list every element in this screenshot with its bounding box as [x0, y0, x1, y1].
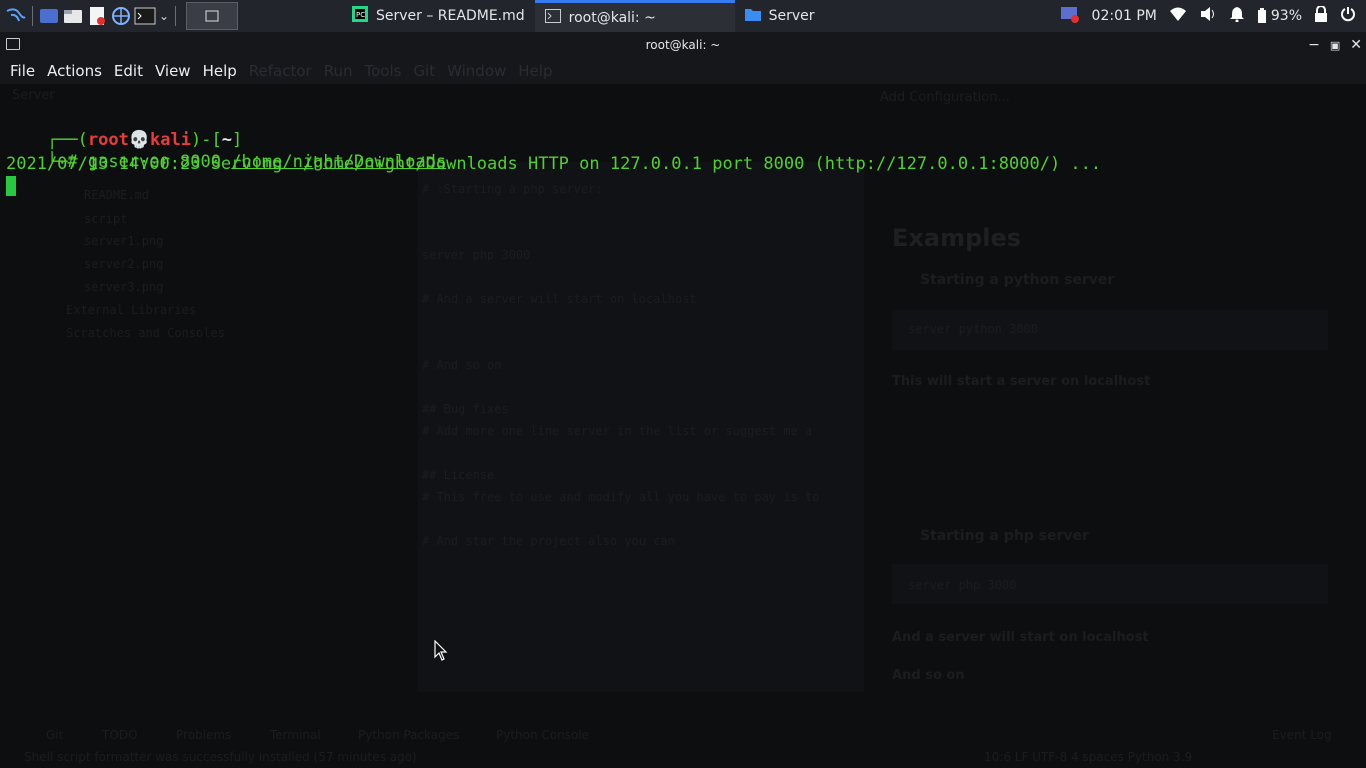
kali-menu-icon[interactable] [4, 4, 28, 28]
ghost-file: server3.png [84, 280, 164, 294]
chevron-down-icon[interactable]: ⌄ [157, 4, 171, 28]
folder-icon [744, 7, 761, 25]
ghost-menu-window: Window [447, 62, 507, 80]
menu-bar: File Actions Edit View Help Refactor Run… [0, 58, 1366, 84]
ghost-preview-item: Starting a php server [920, 528, 1089, 544]
clock[interactable]: 02:01 PM [1092, 8, 1157, 24]
ghost-preview-text: And a server will start on localhost [892, 630, 1149, 645]
terminal-icon [544, 8, 561, 27]
ghost-preview-heading: Examples [892, 224, 1022, 252]
top-panel: ⌄ PC Server – README.md root@kali: ~ Ser… [0, 0, 1366, 32]
mouse-pointer-icon [434, 640, 448, 661]
ghost-code-line: # And star the project also you can [422, 534, 675, 548]
ghost-code-line: # Add more one line server in the list o… [422, 424, 813, 438]
ghost-menu-refactor: Refactor [248, 62, 312, 80]
battery-percent: 93% [1270, 8, 1302, 24]
ghost-bottom-tab: Problems [176, 728, 232, 742]
task-pycharm[interactable]: PC Server – README.md [342, 0, 535, 32]
ghost-file: Scratches and Consoles [66, 326, 225, 340]
ghost-status-right: 10:6 LF UTF-8 4 spaces Python 3.9 [984, 750, 1193, 764]
ghost-bottom-tab: Terminal [270, 728, 321, 742]
window-titlebar[interactable]: root@kali: ~ − ▣ ✕ [0, 32, 1366, 58]
ghost-preview-code-text: server python 3000 [908, 322, 1039, 336]
text-cursor [6, 176, 16, 196]
menu-actions[interactable]: Actions [41, 62, 108, 80]
show-desktop-icon[interactable] [37, 4, 61, 28]
ghost-file: server2.png [84, 257, 164, 271]
task-label: root@kali: ~ [568, 9, 656, 26]
ghost-menu-run: Run [323, 62, 353, 80]
ghost-code-line: # And a server will start on localhost [422, 292, 697, 306]
menu-help[interactable]: Help [197, 62, 243, 80]
ghost-code-line: ## License [422, 468, 495, 482]
ghost-bottom-tab: Python Console [496, 728, 590, 742]
pycharm-icon: PC [352, 6, 368, 26]
ghost-preview-text: And so on [892, 668, 965, 683]
file-manager-icon[interactable] [61, 4, 85, 28]
minimize-icon[interactable]: − [1308, 37, 1320, 53]
task-terminal[interactable]: root@kali: ~ [534, 0, 735, 32]
maximize-icon[interactable]: ▣ [1330, 39, 1340, 52]
ghost-preview-code-text: server php 3000 [908, 578, 1017, 592]
battery-icon[interactable]: 93% [1257, 8, 1302, 24]
task-label: Server [768, 8, 815, 24]
ghost-code-line: ## Bug fixes [422, 402, 509, 416]
power-icon[interactable] [1340, 6, 1356, 26]
ghost-code-line: server php 3000 [422, 248, 531, 262]
workspace-1[interactable] [186, 2, 238, 30]
ghost-code-line: # And so on [422, 358, 502, 372]
wifi-icon[interactable] [1169, 6, 1187, 26]
ghost-file: External Libraries [66, 303, 197, 317]
menu-view[interactable]: View [149, 62, 197, 80]
terminal-launcher-icon[interactable] [133, 4, 157, 28]
menu-edit[interactable]: Edit [108, 62, 149, 80]
svg-text:PC: PC [356, 11, 365, 19]
ghost-file: server1.png [84, 234, 164, 248]
terminal-window-icon [6, 38, 20, 50]
ghost-preview-item: Starting a python server [920, 272, 1115, 288]
terminal-area[interactable]: Server Add Configuration... README.md sc… [0, 84, 1366, 768]
lock-icon[interactable] [1314, 5, 1328, 26]
server-output: 2021/07/13 14:00:23 Serving /home/night/… [6, 154, 1102, 174]
menu-file[interactable]: File [4, 62, 41, 80]
close-icon[interactable]: ✕ [1350, 37, 1362, 53]
ghost-menu-help: Help [518, 62, 553, 80]
notification-bell-icon[interactable] [1229, 6, 1245, 26]
ghost-code-line: # :Starting a php server: [422, 182, 603, 196]
ghost-bottom-tab: TODO [102, 728, 138, 742]
ghost-preview-text: This will start a server on localhost [892, 374, 1151, 389]
ghost-bottom-tab: Git [46, 728, 64, 742]
ghost-bottom-tab: Python Packages [358, 728, 460, 742]
ghost-code-line: # This free to use and modify all you ha… [422, 490, 820, 504]
volume-icon[interactable] [1199, 6, 1217, 26]
window-title: root@kali: ~ [645, 38, 721, 52]
ghost-status: Shell script formatter was successfully … [24, 750, 417, 764]
screen-record-icon[interactable] [1060, 5, 1080, 27]
ghost-menu-tools: Tools [364, 62, 402, 80]
ghost-file: script [84, 212, 128, 226]
task-label: Server – README.md [376, 8, 525, 24]
ghost-project-label: Server [12, 88, 55, 103]
ghost-menu-git: Git [413, 62, 436, 80]
system-tray: 02:01 PM 93% [1060, 0, 1366, 32]
ghost-add-config: Add Configuration... [880, 90, 1010, 105]
task-folder[interactable]: Server [735, 0, 825, 32]
ghost-event-log: Event Log [1272, 728, 1332, 742]
web-browser-icon[interactable] [109, 4, 133, 28]
text-editor-icon[interactable] [85, 4, 109, 28]
